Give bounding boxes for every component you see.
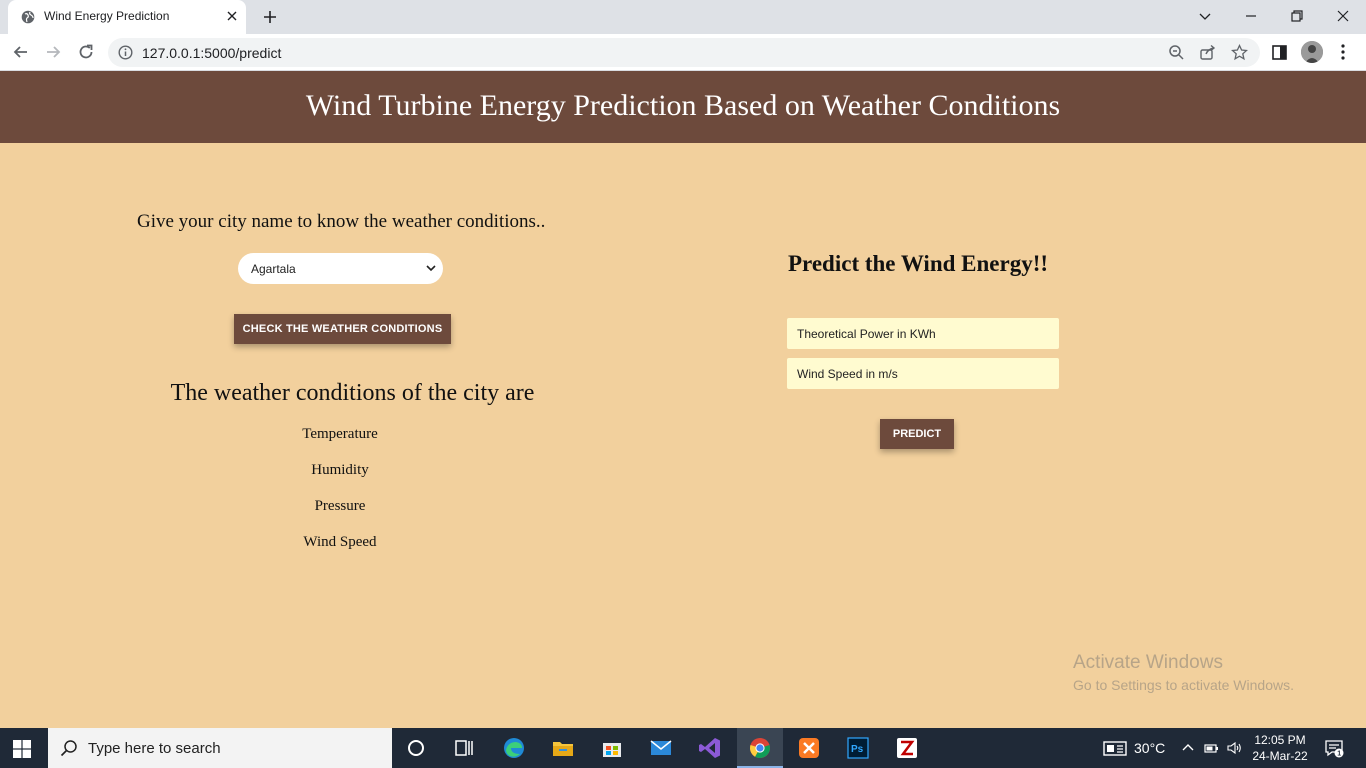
taskbar-temperature[interactable]: 30°C [1134, 740, 1165, 756]
chevron-down-icon[interactable] [1195, 6, 1215, 26]
microsoft-store-icon[interactable] [600, 736, 624, 760]
clock-time: 12:05 PM [1254, 733, 1306, 747]
battery-icon[interactable] [1203, 740, 1219, 756]
visual-studio-icon[interactable] [698, 736, 722, 760]
file-explorer-icon[interactable] [551, 736, 575, 760]
cortana-icon[interactable] [404, 736, 428, 760]
filezilla-icon[interactable] [895, 736, 919, 760]
city-prompt-text: Give your city name to know the weather … [137, 211, 546, 232]
weather-conditions-list: Temperature Humidity Pressure Wind Speed [240, 426, 440, 570]
browser-tabstrip: Wind Energy Prediction [0, 0, 1366, 34]
share-icon[interactable] [1199, 44, 1216, 61]
restore-icon[interactable] [1287, 6, 1307, 26]
profile-avatar[interactable] [1301, 41, 1323, 63]
minimize-icon[interactable] [1241, 6, 1261, 26]
tab-title: Wind Energy Prediction [44, 9, 170, 23]
taskbar-search[interactable]: Type here to search [48, 728, 392, 768]
watermark-subtitle: Go to Settings to activate Windows. [1073, 677, 1294, 693]
wind-speed-input[interactable]: Wind Speed in m/s [787, 358, 1059, 389]
new-tab-icon[interactable] [261, 8, 279, 26]
more-menu-icon[interactable] [1336, 43, 1350, 61]
windows-start-icon[interactable] [12, 739, 32, 759]
side-panel-icon[interactable] [1271, 44, 1288, 61]
taskbar-clock[interactable]: 12:05 PM 24-Mar-22 [1248, 732, 1312, 764]
weather-item-wind-speed: Wind Speed [303, 534, 377, 550]
weather-item-humidity: Humidity [311, 462, 369, 478]
browser-tab[interactable]: Wind Energy Prediction [8, 0, 246, 34]
task-view-icon[interactable] [452, 736, 476, 760]
chrome-icon[interactable] [748, 736, 772, 760]
predict-heading: Predict the Wind Energy!! [788, 251, 1049, 276]
back-arrow-icon[interactable] [11, 42, 31, 62]
taskbar: Type here to search Ps 30°C 12:05 PM 24-… [0, 728, 1366, 768]
activate-windows-watermark: Activate Windows Go to Settings to activ… [1073, 652, 1294, 693]
news-weather-icon[interactable] [1103, 740, 1127, 756]
page-title: Wind Turbine Energy Prediction Based on … [305, 89, 1061, 122]
notification-icon[interactable]: 1 [1324, 738, 1344, 758]
city-select[interactable]: Agartala [238, 253, 443, 284]
clock-date: 24-Mar-22 [1252, 749, 1308, 763]
watermark-title: Activate Windows [1073, 652, 1223, 673]
check-weather-button[interactable]: CHECK THE WEATHER CONDITIONS [234, 314, 451, 344]
forward-arrow-icon[interactable] [43, 42, 63, 62]
avatar-image [1301, 41, 1323, 63]
chevron-down-icon [426, 265, 436, 272]
page-header: Wind Turbine Energy Prediction Based on … [0, 71, 1366, 143]
edge-icon[interactable] [502, 736, 526, 760]
city-select-value: Agartala [251, 262, 296, 276]
svg-text:Ps: Ps [851, 744, 864, 755]
volume-icon[interactable] [1226, 740, 1242, 756]
close-icon[interactable] [224, 8, 240, 24]
bookmark-star-icon[interactable] [1231, 44, 1248, 61]
photoshop-icon[interactable]: Ps [846, 736, 870, 760]
browser-toolbar: 127.0.0.1:5000/predict [0, 34, 1366, 71]
predict-button[interactable]: PREDICT [880, 419, 954, 449]
taskbar-search-placeholder: Type here to search [88, 740, 221, 757]
zoom-icon[interactable] [1168, 44, 1185, 61]
info-icon[interactable] [118, 45, 133, 60]
url-text[interactable]: 127.0.0.1:5000/predict [142, 45, 281, 61]
theoretical-power-input[interactable]: Theoretical Power in KWh [787, 318, 1059, 349]
globe-icon [21, 10, 35, 24]
weather-heading: The weather conditions of the city are [170, 380, 535, 406]
reload-icon[interactable] [76, 42, 96, 62]
weather-item-pressure: Pressure [314, 498, 366, 514]
mail-icon[interactable] [649, 736, 673, 760]
xampp-icon[interactable] [797, 736, 821, 760]
window-close-icon[interactable] [1333, 6, 1353, 26]
search-icon [60, 740, 77, 757]
address-bar[interactable]: 127.0.0.1:5000/predict [108, 38, 1260, 67]
weather-item-temperature: Temperature [302, 426, 378, 442]
notification-count: 1 [1337, 751, 1341, 758]
chevron-up-icon[interactable] [1180, 740, 1196, 756]
